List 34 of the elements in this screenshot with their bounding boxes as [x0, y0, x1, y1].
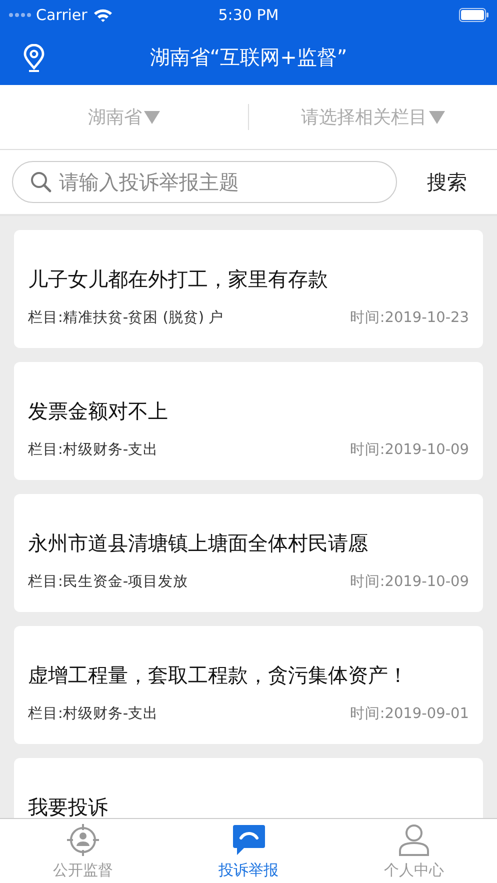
complaint-time: 时间:2019-09-01 [350, 705, 469, 723]
target-person-icon [66, 823, 100, 857]
complaint-card[interactable]: 发票金额对不上 栏目:村级财务-支出 时间:2019-10-09 [14, 362, 483, 480]
carrier-name: Carrier [36, 6, 88, 24]
complaint-title: 发票金额对不上 [28, 398, 169, 425]
battery-icon [459, 8, 489, 22]
complaint-category: 栏目:精准扶贫-贫困 (脱贫) 户 [28, 309, 224, 327]
complaint-title: 我要投诉 [28, 794, 109, 818]
complaint-title: 永州市道县清塘镇上塘面全体村民请愿 [28, 530, 369, 557]
search-field[interactable]: 请输入投诉举报主题 [12, 161, 397, 203]
complaint-card[interactable]: 虚增工程量，套取工程款，贪污集体资产！ 栏目:村级财务-支出 时间:2019-09-01 [14, 626, 483, 744]
search-icon [30, 171, 52, 193]
complaint-time: 时间:2019-10-23 [350, 309, 469, 327]
complaint-card[interactable]: 永州市道县清塘镇上塘面全体村民请愿 栏目:民生资金-项目发放 时间:2019-10-09 [14, 494, 483, 612]
signal-icon [8, 12, 32, 18]
complaint-card[interactable]: 我要投诉 [14, 758, 483, 818]
dropdown-triangle-icon [144, 110, 160, 124]
person-icon [397, 823, 432, 857]
complaint-time: 时间:2019-10-09 [350, 441, 469, 459]
dropdown-triangle-icon [429, 110, 445, 124]
wifi-icon [93, 8, 114, 22]
tab-item[interactable]: 投诉举报 [166, 819, 332, 883]
complaint-category: 栏目:村级财务-支出 [28, 441, 158, 459]
complaint-title: 虚增工程量，套取工程款，贪污集体资产！ [28, 662, 409, 689]
complaint-title: 儿子女儿都在外打工，家里有存款 [28, 266, 329, 293]
status-time: 5:30 PM [217, 6, 280, 24]
complaint-category: 栏目:民生资金-项目发放 [28, 573, 188, 591]
search-button[interactable]: 搜索 [417, 162, 477, 202]
app-title: 湖南省“互联网+监督” [150, 44, 348, 71]
chat-bubble-icon [232, 823, 266, 857]
complaint-category: 栏目:村级财务-支出 [28, 705, 158, 723]
location-pin-icon[interactable] [22, 44, 46, 72]
complaint-card[interactable]: 儿子女儿都在外打工，家里有存款 栏目:精准扶贫-贫困 (脱贫) 户 时间:2019-10-23 [14, 230, 483, 348]
complaint-time: 时间:2019-10-09 [350, 573, 469, 591]
